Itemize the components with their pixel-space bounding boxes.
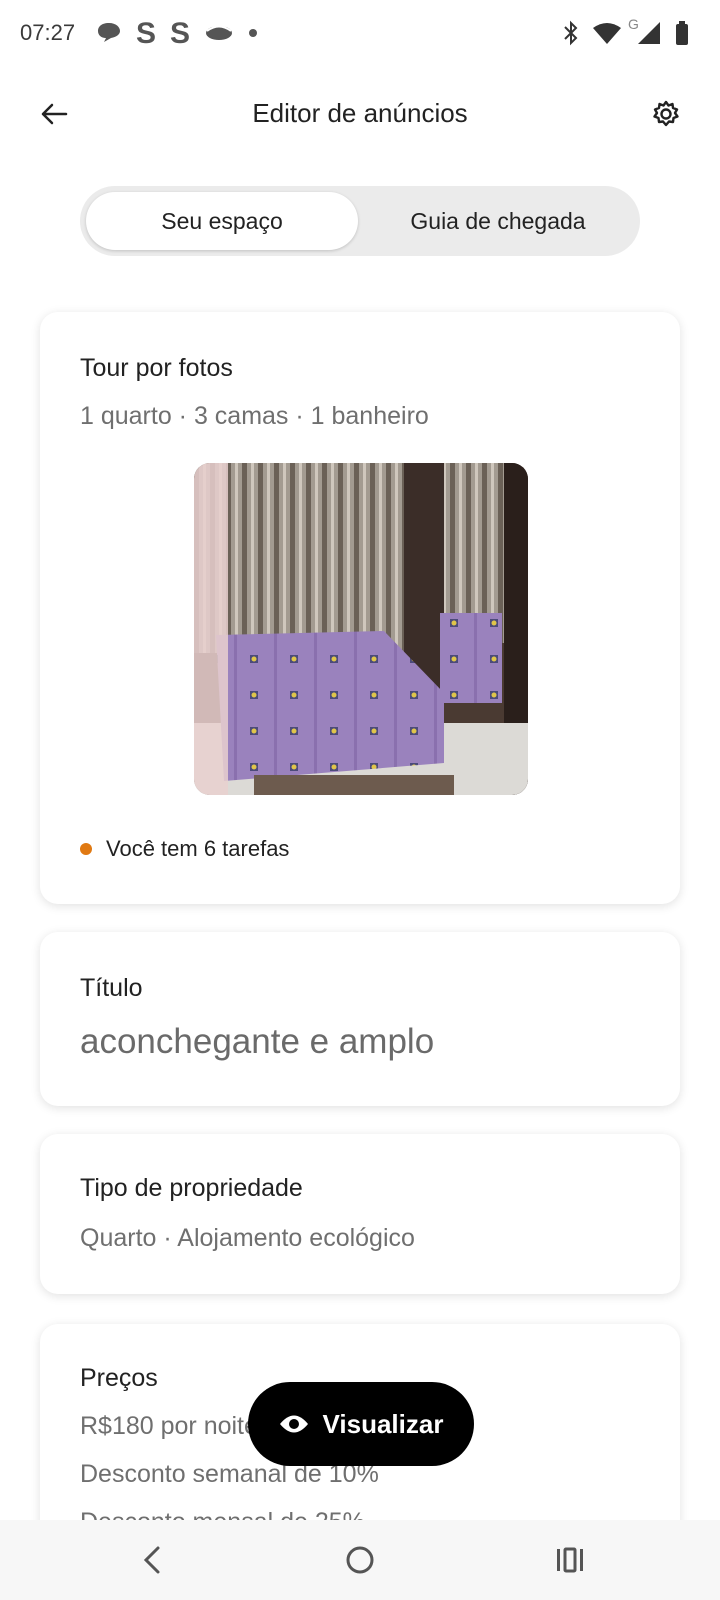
chat-icon xyxy=(96,20,122,49)
preview-label: Visualizar xyxy=(322,1408,444,1439)
title-card[interactable]: Título aconchegante e amplo xyxy=(40,932,680,1106)
system-nav-bar xyxy=(0,1520,720,1600)
title-value: aconchegante e amplo xyxy=(80,1022,435,1061)
listing-photo[interactable] xyxy=(194,463,528,795)
bedroom-photo-image xyxy=(194,463,528,795)
photo-tour-title: Tour por fotos xyxy=(80,354,233,382)
status-bar: 07:27 S S G xyxy=(0,0,720,70)
nav-home-button[interactable] xyxy=(336,1536,384,1584)
gear-icon xyxy=(653,100,679,127)
title-label: Título xyxy=(80,974,143,1002)
nav-recents-icon xyxy=(557,1547,583,1573)
nav-recents-button[interactable] xyxy=(546,1536,594,1584)
dot-icon xyxy=(248,25,258,43)
network-type-label: G xyxy=(628,15,639,32)
notification-icons: S S xyxy=(96,16,258,52)
property-type-value: Quarto · Alojamento ecológico xyxy=(80,1224,415,1252)
signal-icon: G xyxy=(628,16,662,51)
nav-back-button[interactable] xyxy=(128,1536,176,1584)
tasks-indicator[interactable]: Você tem 6 tarefas xyxy=(80,836,289,862)
nav-back-icon xyxy=(143,1546,160,1574)
s-app-icon: S xyxy=(170,17,191,50)
bluetooth-icon xyxy=(562,20,580,51)
settings-button[interactable] xyxy=(642,90,690,138)
s-app-icon: S xyxy=(136,17,157,50)
system-icons: G xyxy=(562,16,690,52)
task-status-dot xyxy=(80,843,92,855)
wifi-icon xyxy=(592,21,622,50)
header: Editor de anúncios xyxy=(0,80,720,150)
pricing-nightly-rate: R$180 por noite xyxy=(80,1412,258,1440)
tasks-text: Você tem 6 tarefas xyxy=(106,836,290,861)
nav-home-icon xyxy=(346,1546,374,1574)
preview-button[interactable]: Visualizar xyxy=(248,1382,474,1466)
property-type-label: Tipo de propriedade xyxy=(80,1174,303,1202)
battery-icon xyxy=(674,20,690,51)
tab-guia-de-chegada[interactable]: Guia de chegada xyxy=(362,192,634,250)
pricing-label: Preços xyxy=(80,1364,158,1392)
photo-tour-subtitle: 1 quarto · 3 camas · 1 banheiro xyxy=(80,402,429,430)
page-title: Editor de anúncios xyxy=(252,98,468,128)
eye-app-icon xyxy=(204,22,234,47)
property-type-card[interactable]: Tipo de propriedade Quarto · Alojamento … xyxy=(40,1134,680,1294)
eye-icon xyxy=(279,1415,308,1433)
tab-switcher: Seu espaço Guia de chegada xyxy=(80,186,640,256)
status-time: 07:27 xyxy=(20,20,76,45)
tab-seu-espaco[interactable]: Seu espaço xyxy=(86,192,358,250)
